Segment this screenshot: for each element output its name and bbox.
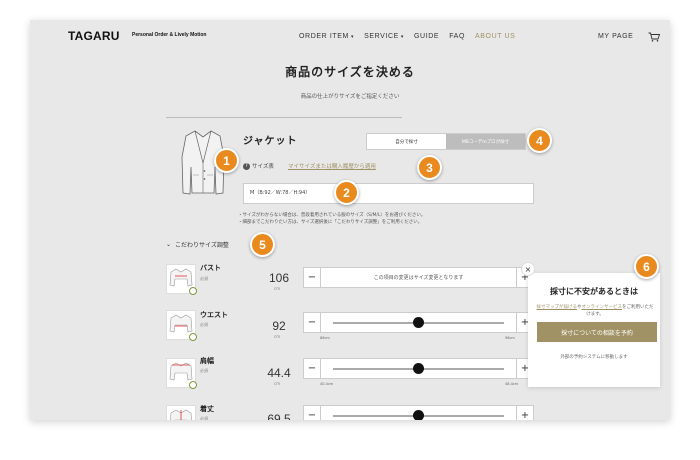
decrease-button[interactable]: − xyxy=(304,268,321,287)
marker-3: 3 xyxy=(417,155,442,180)
row-label: ウエスト xyxy=(200,311,228,319)
shoulder-stepper: − + xyxy=(303,358,534,379)
size-note-2: ・細部までこだわりたい方は、サイズ選択後に「こだわりサイズ調整」をご利用ください… xyxy=(238,220,423,225)
item-title: ジャケット xyxy=(243,136,298,147)
slider-knob[interactable] xyxy=(413,363,424,374)
page-subtitle: 商品の仕上がりサイズをご指定ください xyxy=(300,94,400,100)
size-chart-link[interactable]: ? サイズ表 xyxy=(243,162,274,170)
nav-order-item[interactable]: ORDER ITEM ▾ xyxy=(299,33,354,40)
brand-tagline: Personal Order & Lively Motion xyxy=(132,32,207,38)
zoom-icon[interactable] xyxy=(189,333,197,341)
measure-help-popup: 採寸に不安があるときは 採寸マップが届けるやオンラインサービスをご利用いただけま… xyxy=(528,273,660,387)
row-value: 69.5 xyxy=(267,412,291,420)
slider-knob[interactable] xyxy=(413,317,424,328)
jacket-length-icon xyxy=(170,409,192,420)
row-unit: cm xyxy=(274,286,281,291)
chevron-down-icon: ▾ xyxy=(350,34,355,40)
brand-logo[interactable]: TAGARU xyxy=(68,29,120,43)
nav-faq[interactable]: FAQ xyxy=(449,33,465,40)
apply-my-size-link[interactable]: マイサイズまたは購入履歴から適用 xyxy=(288,162,376,170)
range-min: 86cm xyxy=(320,336,330,340)
chevron-down-icon: ▾ xyxy=(400,34,405,40)
length-slider[interactable] xyxy=(321,406,516,420)
marker-5: 5 xyxy=(250,232,275,257)
slider-knob[interactable] xyxy=(413,410,424,420)
main-nav: ORDER ITEM ▾ SERVICE ▾ GUIDE FAQ ABOUT US xyxy=(299,33,515,40)
row-label: バスト xyxy=(200,264,221,272)
zoom-icon[interactable] xyxy=(189,287,197,295)
row-label: 着丈 xyxy=(200,405,214,413)
size-chart-label: サイズ表 xyxy=(252,164,274,170)
cart-icon[interactable] xyxy=(648,32,660,42)
marker-2: 2 xyxy=(334,180,359,205)
waist-slider[interactable] xyxy=(321,313,516,332)
bust-thumbnail[interactable] xyxy=(166,264,197,295)
marker-1: 1 xyxy=(214,148,239,173)
waist-thumbnail[interactable] xyxy=(166,310,197,341)
size-notes: ・サイズがわからない場合は、普段着用されている服のサイズ（S/M/L）をお選びく… xyxy=(238,212,425,226)
detailed-adjust-toggle[interactable]: ⌄ こだわりサイズ調整 xyxy=(166,240,229,249)
measure-toggle: 自分で採寸 MBコーデmプロが採寸 xyxy=(366,133,526,150)
popup-title: 採寸に不安があるときは xyxy=(550,287,638,296)
bust-stepper: − この項目の変更はサイズ変更となります + xyxy=(303,267,534,288)
row-unit: cm xyxy=(274,334,281,339)
row-note: 必須 xyxy=(200,416,208,420)
row-note: 必須 xyxy=(200,276,208,281)
decrease-button[interactable]: − xyxy=(304,359,321,378)
size-note-1: ・サイズがわからない場合は、普段着用されている服のサイズ（S/M/L）をお選びく… xyxy=(238,213,426,218)
range-min: 40.4cm xyxy=(320,382,334,386)
row-value: 106 xyxy=(268,271,290,285)
nav-guide[interactable]: GUIDE xyxy=(414,33,439,40)
nav-service[interactable]: SERVICE ▾ xyxy=(364,33,404,40)
length-thumbnail[interactable] xyxy=(166,405,196,420)
row-unit: cm xyxy=(274,381,281,386)
row-value: 92 xyxy=(272,319,286,333)
my-page-link[interactable]: MY PAGE xyxy=(598,33,633,40)
waist-stepper: − + xyxy=(303,312,534,333)
nav-about-us[interactable]: ABOUT US xyxy=(475,33,515,40)
bust-message: この項目の変更はサイズ変更となります xyxy=(373,275,464,281)
decrease-button[interactable]: − xyxy=(304,406,321,420)
marker-6: 6 xyxy=(634,254,659,279)
online-service-link[interactable]: オンラインサービス xyxy=(582,305,623,310)
shoulder-slider[interactable] xyxy=(321,359,516,378)
close-icon[interactable]: × xyxy=(521,262,535,276)
chevron-down-icon: ⌄ xyxy=(166,241,172,248)
row-value: 44.4 xyxy=(267,366,291,380)
increase-button[interactable]: + xyxy=(516,406,533,420)
row-label: 肩幅 xyxy=(200,357,214,365)
length-stepper: − + xyxy=(303,405,534,420)
question-icon: ? xyxy=(243,162,250,170)
page-title: 商品のサイズを決める xyxy=(285,65,415,79)
book-consultation-button[interactable]: 採寸についての相談を予約 xyxy=(537,322,657,342)
popup-text: 採寸マップが届けるやオンラインサービスをご利用いただけます。 xyxy=(536,305,654,317)
toggle-pro-measure[interactable]: MBコーデmプロが採寸 xyxy=(446,134,525,149)
measure-map-link[interactable]: 採寸マップが届ける xyxy=(537,305,578,310)
marker-4: 4 xyxy=(527,128,552,153)
row-note: 必須 xyxy=(200,322,208,327)
row-note: 必須 xyxy=(200,368,208,373)
title-divider xyxy=(166,117,402,118)
app-frame: TAGARU Personal Order & Lively Motion OR… xyxy=(30,20,670,420)
range-max: 98cm xyxy=(505,336,515,340)
popup-footer-note: 外部の予約システムに移動します xyxy=(560,355,628,360)
decrease-button[interactable]: − xyxy=(304,313,321,332)
detailed-adjust-label: こだわりサイズ調整 xyxy=(175,242,229,249)
shoulder-thumbnail[interactable] xyxy=(166,358,197,389)
toggle-self-measure[interactable]: 自分で採寸 xyxy=(367,134,446,149)
size-select[interactable]: M（B:92／W:78／H:94） xyxy=(243,183,534,204)
zoom-icon[interactable] xyxy=(189,381,197,389)
range-max: 48.4cm xyxy=(505,382,519,386)
